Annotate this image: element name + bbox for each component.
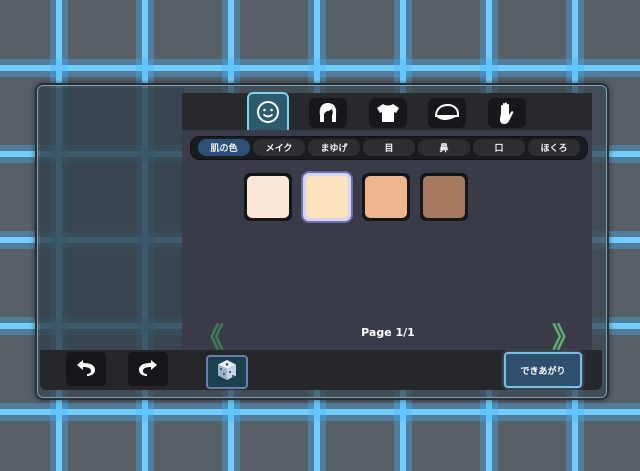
- skin-color-swatch[interactable]: [303, 173, 351, 221]
- undo-button[interactable]: [66, 352, 106, 386]
- tab-face[interactable]: [247, 92, 289, 130]
- redo-icon: [136, 357, 160, 381]
- skin-color-fill: [247, 176, 289, 218]
- page-indicator: Page 1/1: [361, 326, 415, 339]
- skin-color-swatch[interactable]: [420, 173, 468, 221]
- sub-tab-eyebrows[interactable]: まゆげ: [308, 139, 360, 156]
- sub-tab-mole[interactable]: ほくろ: [528, 139, 580, 156]
- tab-hat[interactable]: [426, 96, 468, 130]
- tab-hair[interactable]: [307, 96, 349, 130]
- dice-icon: [215, 358, 239, 386]
- tab-clothes[interactable]: [367, 96, 409, 130]
- sub-tab-nose[interactable]: 鼻: [418, 139, 470, 156]
- face-smile-icon: [247, 92, 289, 130]
- cap-icon: [428, 98, 466, 128]
- avatar-preview-area: [40, 88, 184, 350]
- hand-icon: [488, 98, 526, 128]
- sub-tab-mouth[interactable]: 口: [473, 139, 525, 156]
- skin-color-swatch[interactable]: [244, 173, 292, 221]
- skin-color-fill: [365, 176, 407, 218]
- randomize-button[interactable]: [206, 355, 248, 389]
- hair-icon: [309, 98, 347, 128]
- done-button[interactable]: できあがり: [504, 352, 582, 388]
- redo-button[interactable]: [128, 352, 168, 386]
- undo-icon: [74, 357, 98, 381]
- skin-color-swatch[interactable]: [362, 173, 410, 221]
- skin-color-fill: [306, 176, 348, 218]
- tab-hand[interactable]: [486, 96, 528, 130]
- skin-color-fill: [423, 176, 465, 218]
- customization-panel: [182, 93, 592, 350]
- sub-tab-eyes[interactable]: 目: [363, 139, 415, 156]
- sub-tab-skin-color[interactable]: 肌の色: [198, 139, 250, 156]
- sub-tab-makeup[interactable]: メイク: [253, 139, 305, 156]
- shirt-icon: [369, 98, 407, 128]
